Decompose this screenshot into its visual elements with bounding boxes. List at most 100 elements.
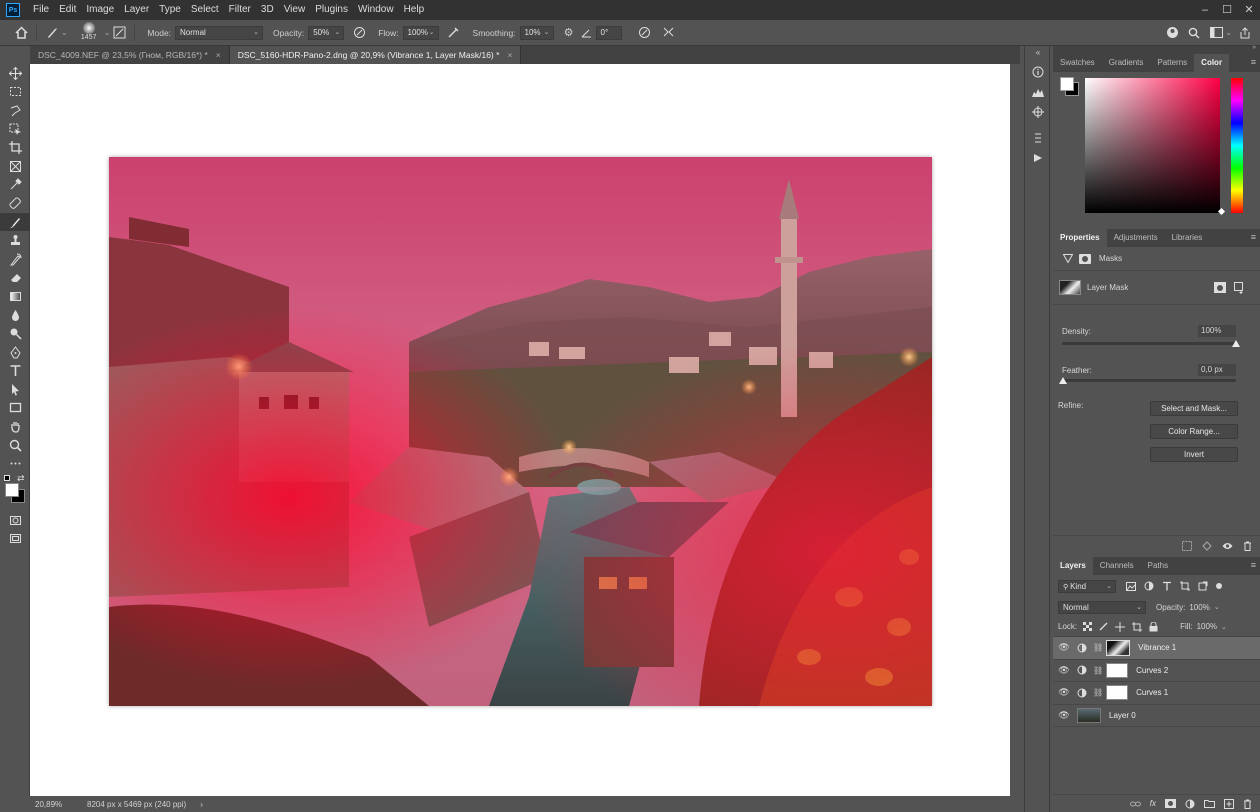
history-icon[interactable] [1025, 128, 1051, 148]
blur-tool-icon[interactable] [0, 306, 30, 325]
density-slider-handle[interactable] [1232, 340, 1240, 347]
new-adjustment-layer-icon[interactable] [1185, 799, 1195, 809]
quick-mask-icon[interactable] [0, 511, 30, 530]
eye-icon[interactable] [1222, 542, 1233, 550]
histogram-icon[interactable] [1025, 82, 1051, 102]
eye-icon[interactable]: 👁 [1053, 687, 1075, 698]
menu-window[interactable]: Window [353, 0, 399, 20]
tab-channels[interactable]: Channels [1093, 557, 1141, 575]
info-icon[interactable] [1025, 62, 1051, 82]
layer-row-curves-2[interactable]: 👁 ⛓ Curves 2 [1053, 660, 1260, 682]
menu-type[interactable]: Type [154, 0, 186, 20]
tab-swatches[interactable]: Swatches [1053, 54, 1102, 72]
filter-kind-select[interactable]: ⚲ Kind ⌄ [1058, 579, 1116, 593]
foreground-color-swatch[interactable] [5, 483, 19, 498]
menu-edit[interactable]: Edit [54, 0, 81, 20]
symmetry-icon[interactable] [660, 24, 678, 42]
menu-layer[interactable]: Layer [119, 0, 154, 20]
color-picker-handle[interactable] [1217, 207, 1226, 216]
eye-icon[interactable]: 👁 [1053, 710, 1075, 721]
new-group-icon[interactable] [1204, 799, 1215, 808]
brush-settings-icon[interactable] [110, 24, 128, 42]
document-image[interactable] [109, 157, 932, 706]
status-arrow-icon[interactable]: › [200, 800, 203, 809]
home-icon[interactable] [12, 24, 30, 42]
close-window-button[interactable]: ✕ [1238, 0, 1260, 20]
add-mask-icon[interactable] [1165, 799, 1176, 808]
object-selection-tool-icon[interactable] [0, 120, 30, 139]
layer-row-layer-0[interactable]: 👁 Layer 0 [1053, 705, 1260, 727]
tab-patterns[interactable]: Patterns [1150, 54, 1194, 72]
more-tools-icon[interactable] [0, 454, 30, 473]
layer-mask-thumbnail[interactable] [1106, 662, 1129, 678]
actions-play-icon[interactable] [1025, 148, 1051, 168]
menu-file[interactable]: File [28, 0, 54, 20]
collapse-panels-icon[interactable]: « [1025, 46, 1051, 58]
trash-icon[interactable] [1243, 541, 1252, 551]
color-range-button[interactable]: Color Range... [1150, 424, 1238, 439]
density-field[interactable]: 100% [1198, 325, 1236, 337]
menu-view[interactable]: View [279, 0, 311, 20]
link-icon[interactable]: ⛓ [1093, 643, 1103, 652]
filter-toggle-icon[interactable] [1216, 583, 1222, 589]
load-selection-icon[interactable] [1182, 540, 1192, 551]
feather-slider-handle[interactable] [1059, 377, 1067, 384]
menu-select[interactable]: Select [186, 0, 224, 20]
menu-plugins[interactable]: Plugins [310, 0, 353, 20]
gradient-tool-icon[interactable] [0, 287, 30, 306]
type-tool-icon[interactable] [0, 362, 30, 381]
layer-opacity-value[interactable]: 100% [1189, 603, 1209, 612]
dodge-tool-icon[interactable] [0, 324, 30, 343]
clone-stamp-tool-icon[interactable] [0, 231, 30, 250]
pressure-size-icon[interactable] [636, 24, 654, 42]
airbrush-icon[interactable] [445, 24, 463, 42]
fg-color-chip[interactable] [1060, 77, 1074, 91]
share-icon[interactable] [1163, 24, 1181, 42]
eyedropper-tool-icon[interactable] [0, 176, 30, 195]
hue-slider[interactable] [1231, 78, 1243, 213]
link-layers-icon[interactable] [1129, 800, 1141, 808]
adjustment-filter-icon[interactable] [1144, 581, 1154, 591]
menu-3d[interactable]: 3D [256, 0, 279, 20]
lock-position-icon[interactable] [1115, 621, 1126, 632]
export-icon[interactable] [1236, 24, 1254, 42]
shape-filter-icon[interactable] [1180, 581, 1190, 591]
document-tab[interactable]: DSC_4009.NEF @ 23,5% (Гном, RGB/16*) * × [30, 46, 230, 64]
layer-style-icon[interactable]: fx [1150, 799, 1156, 808]
menu-help[interactable]: Help [399, 0, 430, 20]
type-filter-icon[interactable] [1162, 581, 1172, 591]
opacity-field[interactable]: 50% ⌄ [308, 25, 345, 40]
healing-brush-tool-icon[interactable] [0, 194, 30, 213]
default-colors-icon[interactable] [4, 475, 10, 482]
collapse-icon[interactable]: » [1252, 44, 1256, 51]
brush-tool-icon[interactable] [43, 24, 61, 42]
layer-mask-thumbnail[interactable] [1059, 280, 1081, 295]
angle-field[interactable]: 0° [595, 25, 622, 40]
hand-tool-icon[interactable] [0, 417, 30, 436]
close-icon[interactable]: × [216, 50, 221, 60]
layer-mask-thumbnail[interactable] [1106, 685, 1129, 701]
feather-slider[interactable] [1062, 379, 1236, 382]
tab-properties[interactable]: Properties [1053, 229, 1107, 247]
layer-row-vibrance-1[interactable]: 👁 ⛓ Vibrance 1 [1053, 637, 1260, 660]
link-icon[interactable]: ⛓ [1093, 666, 1103, 675]
menu-image[interactable]: Image [81, 0, 119, 20]
mode-select[interactable]: Normal ⌄ [175, 25, 264, 40]
lock-artboard-icon[interactable] [1132, 621, 1143, 632]
invert-button[interactable]: Invert [1150, 447, 1238, 462]
zoom-level[interactable]: 20,89% [35, 800, 79, 809]
color-picker-field[interactable] [1085, 78, 1220, 213]
pixel-filter-icon[interactable] [1126, 581, 1136, 591]
workspace-icon[interactable] [1207, 24, 1225, 42]
tab-gradients[interactable]: Gradients [1102, 54, 1151, 72]
gear-icon[interactable]: ⚙ [560, 24, 578, 42]
panel-menu-icon[interactable]: ≡ [1251, 57, 1256, 67]
close-icon[interactable]: × [507, 50, 512, 60]
lock-pixels-icon[interactable] [1099, 622, 1108, 631]
tab-libraries[interactable]: Libraries [1165, 229, 1210, 247]
minimize-button[interactable]: – [1194, 0, 1216, 20]
rectangle-tool-icon[interactable] [0, 399, 30, 418]
link-icon[interactable]: ⛓ [1093, 688, 1103, 697]
zoom-tool-icon[interactable] [0, 436, 30, 455]
flow-field[interactable]: 100% ⌄ [402, 25, 439, 40]
